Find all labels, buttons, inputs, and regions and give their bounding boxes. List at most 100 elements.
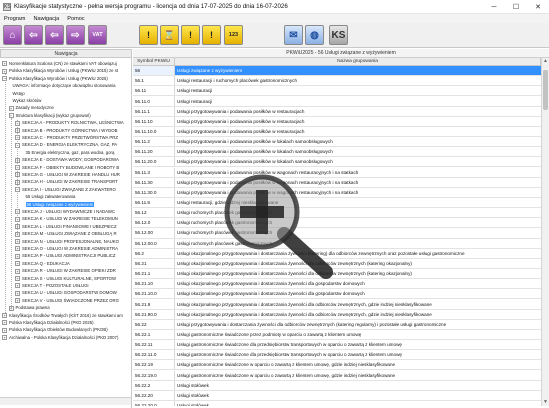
expand-icon[interactable]: + [15, 268, 20, 274]
tree-item[interactable]: UWAGA: informacje dotyczące obowiązku st… [9, 82, 116, 89]
expand-icon[interactable]: + [15, 238, 20, 244]
expand-icon[interactable]: + [15, 261, 20, 267]
table-row[interactable]: 56.22.19.0 Usługi gastronomiczne świadczo… [133, 370, 541, 381]
ks-logo-icon[interactable]: KS [329, 25, 348, 45]
tree-item[interactable]: + SEKCJA Q - EDUKACJA [15, 260, 70, 267]
tree-item[interactable]: + SEKCJA P - USŁUGI ADMINISTRACJI PUBLICZ [15, 252, 116, 259]
tree-item[interactable]: + SEKCJA N - USŁUGI PROFESJONALNE, NAUKO [15, 238, 119, 245]
home-icon[interactable]: ⌂ [3, 25, 22, 45]
tree-item[interactable]: + SEKCJA L - USŁUGI FINANSOWE I UBEZPIECZ [15, 223, 117, 230]
menu-pomoc[interactable]: Pomoc [67, 16, 84, 22]
scrollbar-thumb[interactable] [543, 70, 548, 110]
scroll-down-icon[interactable]: ▼ [542, 399, 549, 406]
tree-item[interactable]: + SEKCJA A - PRODUKTY ROLNICTWA, LEŚNICTW… [15, 119, 124, 126]
table-row[interactable]: 56.11.20 Usługi przygotowywania i podawan… [133, 147, 541, 158]
table-row[interactable]: 56.21.10.0 Usługi okazjonalnego przygotow… [133, 289, 541, 300]
column-header-name[interactable]: Nazwa grupowania [175, 58, 541, 65]
tree-item[interactable]: 35 Energia elektryczna, gaz, para wodna,… [22, 149, 115, 156]
tree-item[interactable]: + SEKCJA T - POZOSTAŁE USŁUGI [15, 282, 89, 289]
table-row[interactable]: 56.2 Usługi okazjonalnego przygotowywania… [133, 248, 541, 259]
tree-item[interactable]: + Polska Klasyfikacja Wyrobów i Usług (PK… [2, 67, 118, 74]
table-row[interactable]: 56.12.00.0 Usługi ruchomych placówek gast… [133, 238, 541, 249]
expand-icon[interactable]: + [15, 290, 20, 296]
expand-icon[interactable]: + [8, 105, 14, 111]
arrow-left-alt-icon[interactable]: ⇦ [45, 25, 64, 45]
table-row[interactable]: 56.22.2 Usługi stołówek [133, 380, 541, 391]
table-row[interactable]: 56.11.0 Usługi restauracji [133, 96, 541, 107]
maximize-icon[interactable]: ☐ [505, 0, 527, 14]
alert-2-icon[interactable]: ! [181, 25, 200, 45]
tree-item[interactable]: + SEKCJA F - OBIEKTY BUDOWLANE I ROBOTY B [15, 164, 119, 171]
numbers-icon[interactable]: 123 [224, 25, 243, 45]
tree-item[interactable]: − Polska Klasyfikacja Wyrobów i Usług (PK… [2, 75, 108, 82]
expand-icon[interactable]: + [15, 246, 20, 252]
column-header-symbol[interactable]: Symbol PKWiU [133, 58, 175, 65]
tree-item[interactable]: + Zasady metodyczne [8, 104, 54, 111]
tree-item[interactable]: + SEKCJA G - USŁUGI W ZAKRESIE HANDLU HUR [15, 171, 120, 178]
tree-item[interactable]: − SEKCJA I - USŁUGI ZWIĄZANE Z ZAKWATERO [15, 186, 116, 193]
tree-item[interactable]: + SEKCJA O - USŁUGI W ZAKRESIE ADMINISTRA [15, 245, 118, 252]
tree-item[interactable]: − SEKCJA D - ENERGIA ELEKTRYCZNA, GAZ, PA [15, 141, 117, 148]
table-row[interactable]: 56.11.10.0 Usługi przygotowywania i podaw… [133, 126, 541, 138]
table-row[interactable]: 56.11.30 Usługi przygotowywania i podawan… [133, 177, 541, 188]
tree-item[interactable]: + SEKCJA H - USŁUGI W ZAKRESIE TRANSPORT [15, 178, 118, 185]
table-row[interactable]: 56.12.0 Usługi ruchomych placówek gastron… [133, 218, 541, 229]
table-row[interactable]: 56.22.20.0 Usługi stołówek [133, 400, 541, 406]
nav-horizontal-scrollbar[interactable] [0, 397, 131, 405]
table-row[interactable]: 56.11 Usługi restauracji [133, 86, 541, 97]
expand-icon[interactable]: + [15, 253, 20, 259]
table-row[interactable]: 56.22.11 Usługi gastronomiczne świadczone… [133, 340, 541, 351]
expand-icon[interactable]: + [2, 320, 7, 326]
table-row[interactable]: 56.21.1 Usługi okazjonalnego przygotowywa… [133, 269, 541, 280]
expand-icon[interactable]: + [2, 61, 7, 67]
expand-icon[interactable]: + [15, 283, 20, 289]
mail-icon[interactable]: ✉ [284, 25, 303, 45]
table-row[interactable]: 56.21.90.0 Usługi okazjonalnego przygotow… [133, 309, 541, 320]
alert-3-icon[interactable]: ! [202, 25, 221, 45]
tree-item[interactable]: + SEKCJA J - USŁUGI WYDAWNICZE I NADAWC [15, 208, 115, 215]
expand-icon[interactable]: + [2, 68, 7, 74]
tree-item[interactable]: + Archiwalna - Polska Klasyfikacja Działa… [2, 334, 118, 341]
alert-icon[interactable]: ! [139, 25, 158, 45]
table-row[interactable]: 56.22.20 Usługi stołówek [133, 390, 541, 401]
scroll-up-icon[interactable]: ▲ [542, 58, 549, 65]
table-row[interactable]: 56.21.10 Usługi okazjonalnego przygotowyw… [133, 279, 541, 290]
expand-icon[interactable]: + [2, 312, 7, 318]
minimize-icon[interactable]: ─ [483, 0, 505, 14]
tree-item[interactable]: + SEKCJA U - USŁUGI GOSPODARSTW DOMOW [15, 289, 117, 296]
expand-icon[interactable]: + [15, 275, 20, 281]
menu-nawigacja[interactable]: Nawigacja [33, 16, 59, 22]
tree-item[interactable]: + SEKCJA V - USŁUGI ŚWIADCZONE PRZEZ ORG [15, 297, 119, 304]
tree-item[interactable]: + Nomenklatura Scalona (CN) ze stawkami V… [2, 60, 117, 67]
table-row[interactable]: 56.11.3 Usługi przygotowywania i podawani… [133, 167, 541, 178]
tree-item[interactable]: + Klasyfikacja Środków Trwałych (KŚT 2016… [2, 312, 123, 319]
table-row[interactable]: 56 Usługi związane z wyżywieniem [133, 66, 541, 77]
table-row[interactable]: 56.21.9 Usługi okazjonalnego przygotowywa… [133, 299, 541, 310]
tree-item[interactable]: Wykaz skrótów [9, 97, 42, 104]
table-row[interactable]: 56.21 Usługi okazjonalnego przygotowywani… [133, 258, 541, 269]
table-row[interactable]: 56.11.10 Usługi przygotowywania i podawan… [133, 116, 541, 127]
table-row[interactable]: 56.12 Usługi ruchomych placówek gastronom… [133, 208, 541, 219]
tree-item[interactable]: + SEKCJA E - DOSTAWA WODY; GOSPODAROWA [15, 156, 119, 163]
table-row[interactable]: 56.12.00 Usługi ruchomych placówek gastro… [133, 228, 541, 239]
tree-item[interactable]: 55 Usługi zakwaterowania [22, 193, 76, 200]
tree-item[interactable]: − Struktura klasyfikacji (wykaz grupowań) [8, 112, 91, 119]
tree-item[interactable]: + Polska Klasyfikacja Obiektów Budowlanyc… [2, 326, 108, 333]
table-row[interactable]: 56.22.11.0 Usługi gastronomiczne świadczo… [133, 350, 541, 361]
arrow-right-icon[interactable]: ⇨ [66, 25, 85, 45]
tree-item[interactable]: + SEKCJA M - USŁUGI ZWIĄZANE Z OBSŁUGĄ R [15, 230, 117, 237]
expand-icon[interactable]: + [2, 335, 7, 341]
table-row[interactable]: 56.11.2 Usługi przygotowywania i podawani… [133, 137, 541, 148]
tree-item[interactable]: 56 Usługi związane z wyżywieniem [22, 201, 95, 208]
tree-item[interactable]: + SEKCJA K - USŁUGI W ZAKRESIE TELEKOMUN [15, 215, 118, 222]
expand-icon[interactable]: + [15, 298, 20, 304]
tree-item[interactable]: Wstęp [9, 90, 25, 97]
vertical-scrollbar[interactable]: ▲ ▼ [541, 58, 549, 406]
table-row[interactable]: 56.1 Usługi restauracji i ruchomych placó… [133, 76, 541, 87]
arrow-left-icon[interactable]: ⇦ [24, 25, 43, 45]
hourglass-icon[interactable]: ⌛ [160, 25, 179, 45]
table-row[interactable]: 56.22.19 Usługi gastronomiczne świadczone… [133, 360, 541, 371]
tree-item[interactable]: + Polska Klasyfikacja Działalności (PKD 2… [2, 319, 94, 326]
table-row[interactable]: 56.11.20.0 Usługi przygotowywania i podaw… [133, 157, 541, 168]
expand-icon[interactable]: + [2, 327, 7, 333]
